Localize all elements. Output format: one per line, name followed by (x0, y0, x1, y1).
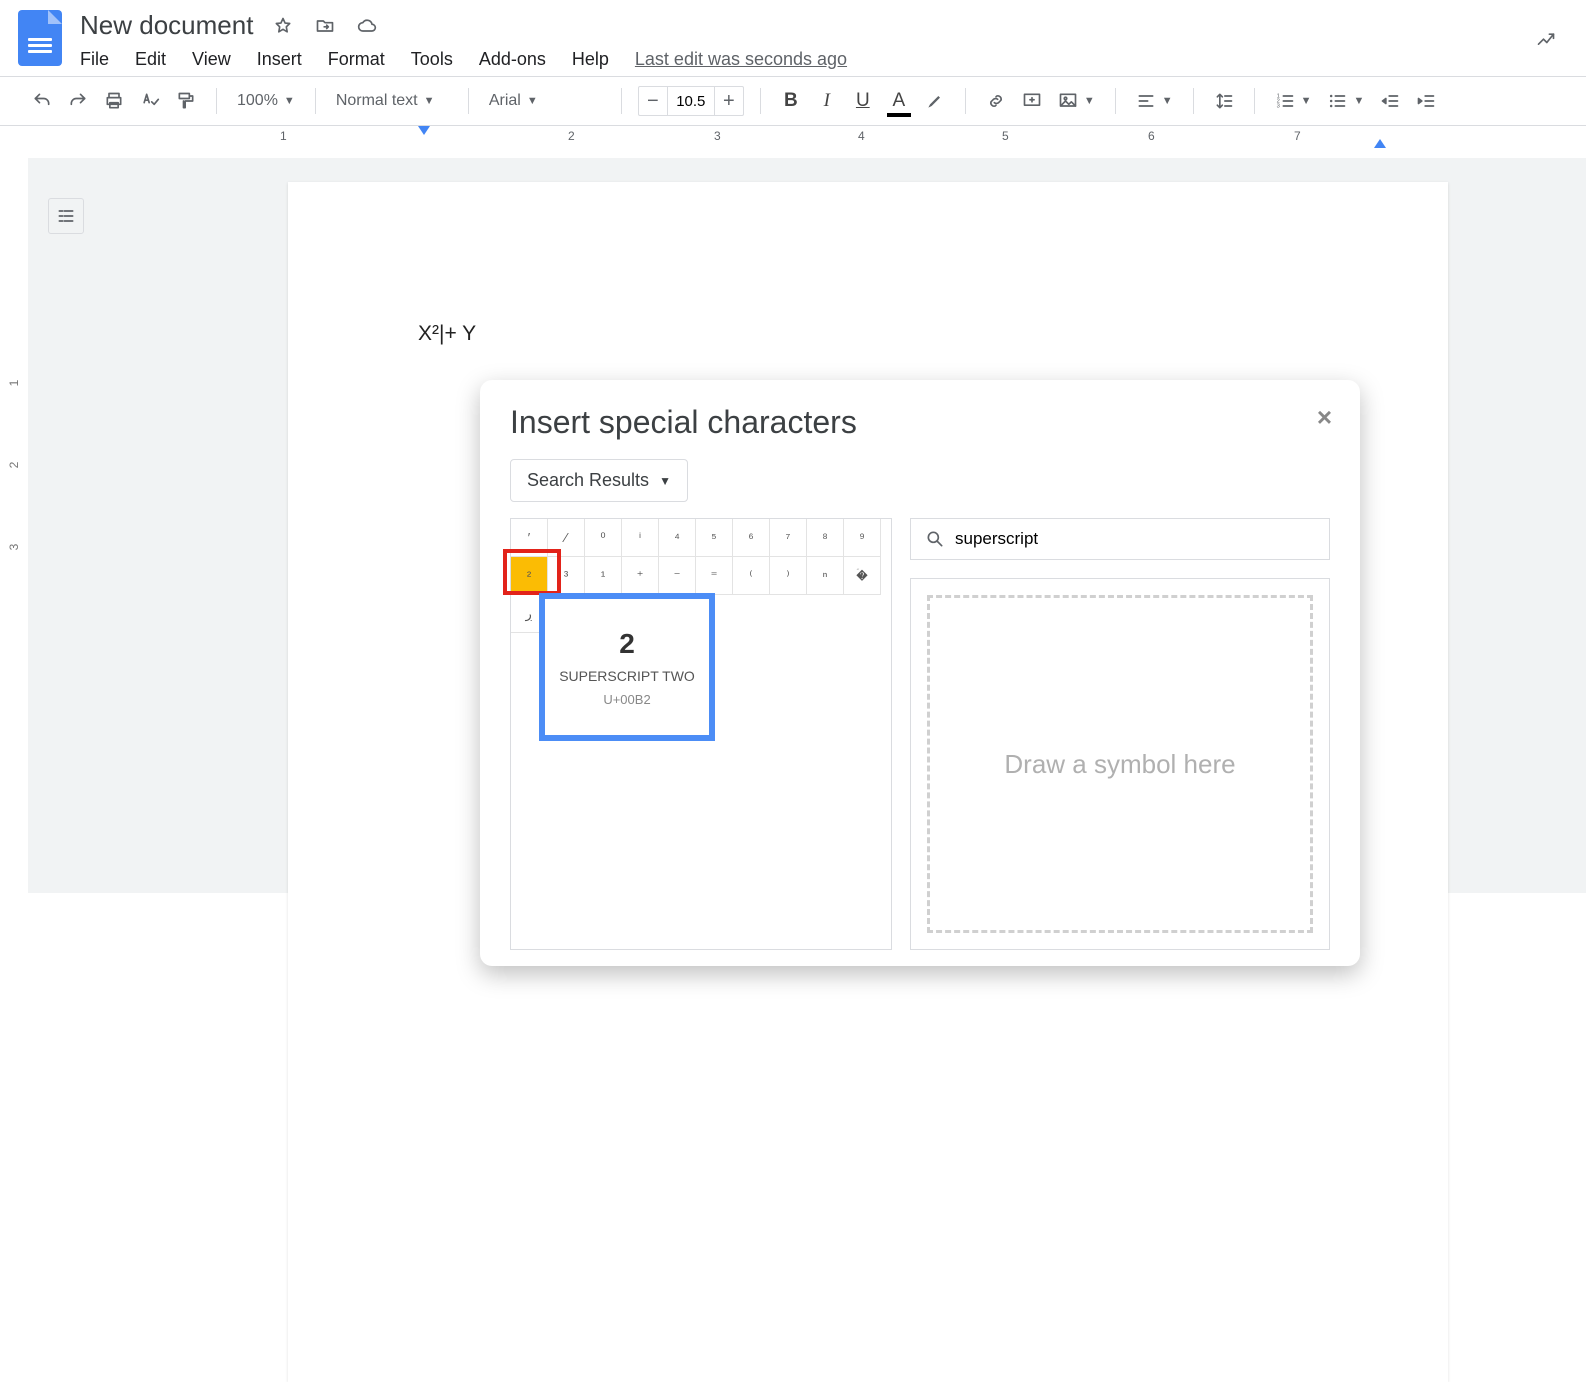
char-cell[interactable]: ⁵ (696, 519, 733, 557)
font-size-decrease[interactable]: − (639, 87, 667, 115)
add-comment-button[interactable] (1018, 87, 1046, 115)
text-color-button[interactable]: A (885, 87, 913, 115)
highlight-button[interactable] (921, 87, 949, 115)
numbered-list-button[interactable]: 123▼ (1271, 91, 1316, 111)
align-button[interactable]: ▼ (1132, 91, 1177, 111)
bold-button[interactable]: B (777, 87, 805, 115)
char-cell[interactable]: ⁻ (659, 557, 696, 595)
char-cell[interactable]: ⁾ (770, 557, 807, 595)
menu-tools[interactable]: Tools (411, 49, 453, 70)
special-characters-dialog: Insert special characters × Search Resul… (480, 380, 1360, 966)
print-button[interactable] (100, 87, 128, 115)
zoom-dropdown[interactable]: 100%▼ (233, 92, 299, 110)
redo-button[interactable] (64, 87, 92, 115)
menu-view[interactable]: View (192, 49, 231, 70)
font-size-control: − + (638, 86, 744, 116)
preview-name: SUPERSCRIPT TWO (559, 668, 695, 684)
menu-addons[interactable]: Add-ons (479, 49, 546, 70)
character-search-input[interactable] (955, 529, 1315, 549)
underline-button[interactable]: U (849, 87, 877, 115)
menu-file[interactable]: File (80, 49, 109, 70)
cloud-status-icon[interactable] (355, 14, 379, 38)
menu-help[interactable]: Help (572, 49, 609, 70)
char-cell[interactable]: ⁹ (844, 519, 881, 557)
menu-edit[interactable]: Edit (135, 49, 166, 70)
category-dropdown[interactable]: Search Results▼ (510, 459, 688, 502)
menubar: File Edit View Insert Format Tools Add-o… (80, 49, 1568, 70)
char-cell[interactable]: ⁼ (696, 557, 733, 595)
char-cell[interactable]: ¹ (585, 557, 622, 595)
activity-icon[interactable] (1536, 30, 1556, 55)
char-cell[interactable]: ³ (548, 557, 585, 595)
insert-link-button[interactable] (982, 87, 1010, 115)
document-title[interactable]: New document (80, 10, 253, 41)
paint-format-button[interactable] (172, 87, 200, 115)
char-cell[interactable]: ⁱ (622, 519, 659, 557)
italic-button[interactable]: I (813, 87, 841, 115)
toolbar: 100%▼ Normal text▼ Arial▼ − + B I U A ▼ … (0, 76, 1586, 126)
menu-insert[interactable]: Insert (257, 49, 302, 70)
char-cell[interactable]: ⁴ (659, 519, 696, 557)
char-cell[interactable]: ′ (511, 519, 548, 557)
insert-image-button[interactable]: ▼ (1054, 91, 1099, 111)
char-cell[interactable]: ⁶ (733, 519, 770, 557)
spellcheck-button[interactable] (136, 87, 164, 115)
move-icon[interactable] (313, 14, 337, 38)
font-size-input[interactable] (667, 87, 715, 115)
char-cell[interactable]: ⁽ (733, 557, 770, 595)
increase-indent-button[interactable] (1412, 87, 1440, 115)
char-cell[interactable]: ⁰ (585, 519, 622, 557)
close-icon[interactable]: × (1317, 402, 1332, 433)
character-grid-panel: ′⁄⁰ⁱ⁴⁵⁶⁷⁸⁹²³¹⁺⁻⁼⁽⁾ⁿ�ۤڔ 2 SUPERSCRIPT TWO… (510, 518, 892, 950)
menu-format[interactable]: Format (328, 49, 385, 70)
decrease-indent-button[interactable] (1376, 87, 1404, 115)
document-body-text[interactable]: X²|+ Y (418, 322, 1318, 346)
char-cell[interactable]: ⁿ (807, 557, 844, 595)
paragraph-style-dropdown[interactable]: Normal text▼ (332, 92, 452, 110)
horizontal-ruler[interactable]: 1 2 3 4 5 6 7 (0, 126, 1586, 148)
last-edit-link[interactable]: Last edit was seconds ago (635, 49, 847, 70)
vertical-ruler[interactable]: 123 (0, 158, 28, 893)
character-preview: 2 SUPERSCRIPT TWO U+00B2 (539, 593, 715, 741)
undo-button[interactable] (28, 87, 56, 115)
char-cell[interactable]: ⁸ (807, 519, 844, 557)
star-icon[interactable] (271, 14, 295, 38)
char-cell[interactable]: �ۤ (844, 557, 881, 595)
char-cell[interactable]: ⁄ (548, 519, 585, 557)
line-spacing-button[interactable] (1210, 87, 1238, 115)
svg-text:3: 3 (1276, 104, 1279, 110)
docs-app-icon[interactable] (18, 10, 62, 66)
char-cell[interactable]: ² (511, 557, 548, 595)
font-size-increase[interactable]: + (715, 87, 743, 115)
search-icon (925, 529, 945, 549)
char-cell[interactable]: ⁺ (622, 557, 659, 595)
font-dropdown[interactable]: Arial▼ (485, 92, 605, 110)
preview-codepoint: U+00B2 (603, 692, 650, 707)
dialog-title: Insert special characters (510, 404, 1330, 441)
character-search-box[interactable] (910, 518, 1330, 560)
preview-glyph: 2 (619, 628, 635, 660)
draw-symbol-area[interactable]: Draw a symbol here (910, 578, 1330, 950)
char-cell[interactable]: ⁷ (770, 519, 807, 557)
bulleted-list-button[interactable]: ▼ (1323, 91, 1368, 111)
